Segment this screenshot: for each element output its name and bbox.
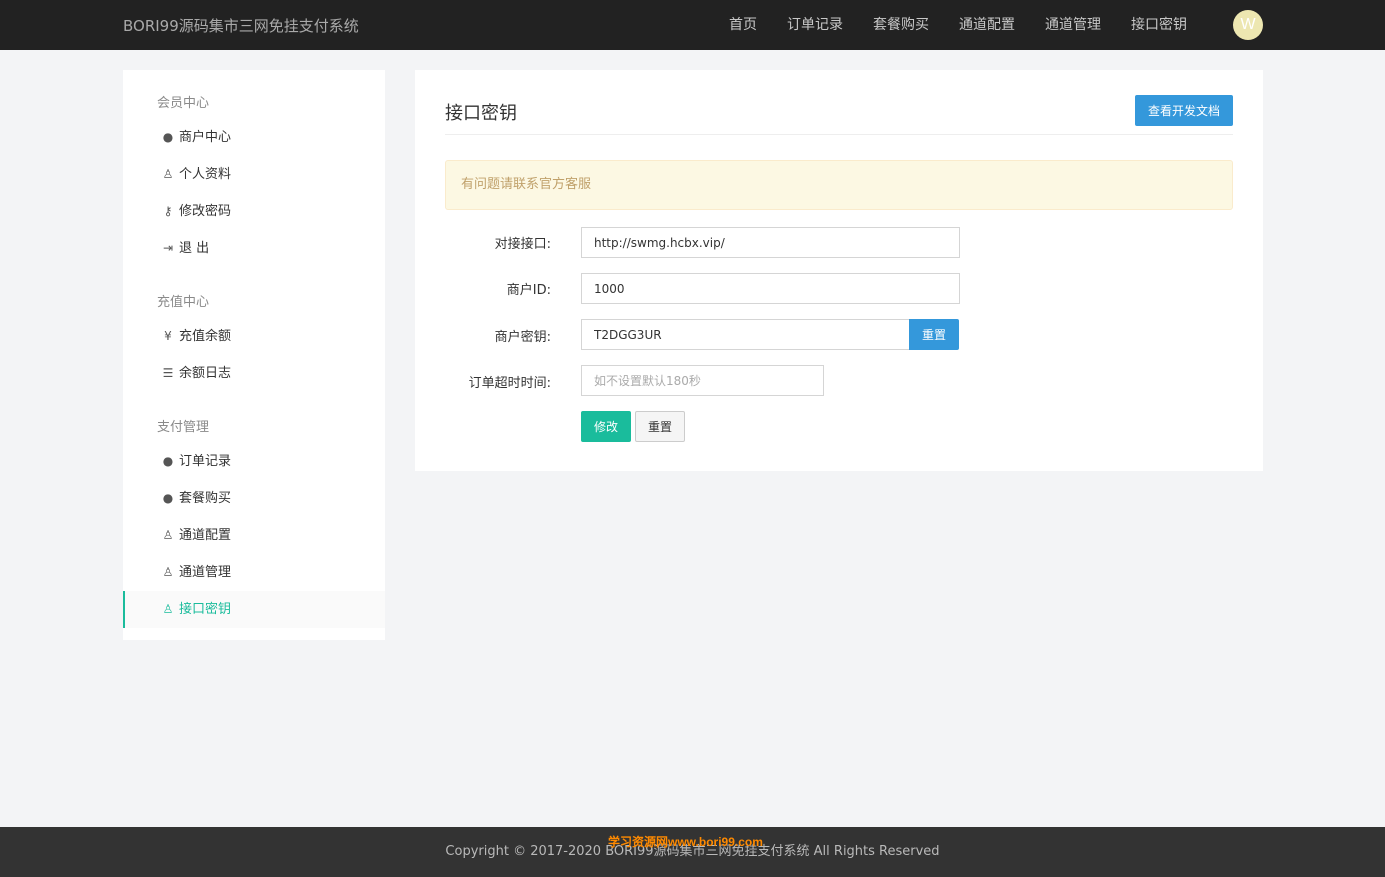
yen-icon: ¥ — [164, 329, 172, 343]
nav-home[interactable]: 首页 — [714, 0, 772, 50]
nav-packages[interactable]: 套餐购买 — [858, 0, 944, 50]
sidebar-item-profile[interactable]: ♙ 个人资料 — [123, 156, 385, 193]
sidebar-item-label: 套餐购买 — [179, 491, 232, 506]
sidebar-item-logout[interactable]: ⇥ 退 出 — [123, 230, 385, 267]
sidebar-item-label: 个人资料 — [179, 167, 232, 182]
brand-title[interactable]: BORI99源码集市三网免挂支付系统 — [123, 15, 359, 36]
user-circle-icon: ● — [162, 491, 174, 505]
top-nav: 首页 订单记录 套餐购买 通道配置 通道管理 接口密钥 — [714, 0, 1202, 50]
sidebar-item-label: 订单记录 — [179, 454, 232, 469]
sidebar-item-merchant-center[interactable]: ● 商户中心 — [123, 119, 385, 156]
contact-alert: 有问题请联系官方客服 — [445, 160, 1233, 210]
sidebar-item-channel-manage[interactable]: ♙ 通道管理 — [123, 554, 385, 591]
sidebar-item-balance-log[interactable]: ☰ 余额日志 — [123, 355, 385, 392]
nav-orders[interactable]: 订单记录 — [772, 0, 858, 50]
avatar[interactable]: W — [1233, 10, 1263, 40]
sidebar: 会员中心 ● 商户中心 ♙ 个人资料 ⚷ 修改密码 ⇥ 退 出 充值中心 ¥ 充值余额 ☰… — [123, 70, 385, 640]
user-outline-icon: ♙ — [162, 167, 174, 181]
sidebar-item-label: 充值余额 — [179, 329, 232, 344]
sidebar-item-label: 接口密钥 — [179, 602, 232, 617]
timeout-input[interactable] — [581, 365, 824, 396]
sidebar-group-title: 会员中心 — [157, 96, 210, 111]
user-outline-icon: ♙ — [162, 602, 174, 616]
sidebar-item-recharge[interactable]: ¥ 充值余额 — [123, 318, 385, 355]
merchant-key-input[interactable] — [581, 319, 910, 350]
timeout-label: 订单超时时间: — [468, 376, 551, 391]
user-circle-icon: ● — [162, 130, 174, 144]
user-circle-icon: ● — [162, 454, 174, 468]
sidebar-group-title: 充值中心 — [157, 295, 210, 310]
sidebar-item-packages[interactable]: ● 套餐购买 — [123, 480, 385, 517]
watermark: 学习资源网www.bori99.com — [608, 835, 763, 849]
user-outline-icon: ♙ — [162, 528, 174, 542]
sign-out-icon: ⇥ — [162, 241, 174, 255]
list-icon: ☰ — [162, 366, 174, 380]
page-title: 接口密钥 — [445, 103, 517, 124]
sidebar-item-label: 商户中心 — [179, 130, 232, 145]
sidebar-item-label: 通道管理 — [179, 565, 232, 580]
reset-key-button[interactable]: 重置 — [909, 319, 959, 350]
api-key-panel: 接口密钥 查看开发文档 有问题请联系官方客服 对接接口: 商户ID: 商户密钥:… — [415, 70, 1263, 471]
sidebar-item-label: 余额日志 — [179, 366, 232, 381]
sidebar-group-title: 支付管理 — [157, 420, 210, 435]
divider — [445, 134, 1233, 135]
sidebar-item-label: 修改密码 — [179, 204, 232, 219]
api-url-input[interactable] — [581, 227, 960, 258]
nav-api-key[interactable]: 接口密钥 — [1116, 0, 1202, 50]
sidebar-item-label: 通道配置 — [179, 528, 232, 543]
merchant-id-label: 商户ID: — [506, 283, 551, 298]
reset-button[interactable]: 重置 — [635, 411, 685, 442]
nav-channel-manage[interactable]: 通道管理 — [1030, 0, 1116, 50]
sidebar-item-channel-config[interactable]: ♙ 通道配置 — [123, 517, 385, 554]
sidebar-item-label: 退 出 — [179, 241, 210, 256]
nav-channel-config[interactable]: 通道配置 — [944, 0, 1030, 50]
sidebar-item-change-password[interactable]: ⚷ 修改密码 — [123, 193, 385, 230]
sidebar-item-api-key[interactable]: ♙ 接口密钥 — [123, 591, 385, 628]
view-docs-button[interactable]: 查看开发文档 — [1135, 95, 1233, 126]
merchant-id-input[interactable] — [581, 273, 960, 304]
top-navbar: BORI99源码集市三网免挂支付系统 首页 订单记录 套餐购买 通道配置 通道管… — [0, 0, 1385, 50]
submit-button[interactable]: 修改 — [581, 411, 631, 442]
merchant-key-label: 商户密钥: — [494, 330, 551, 345]
key-icon: ⚷ — [163, 204, 173, 218]
user-outline-icon: ♙ — [162, 565, 174, 579]
api-url-label: 对接接口: — [494, 237, 551, 252]
sidebar-item-orders[interactable]: ● 订单记录 — [123, 443, 385, 480]
